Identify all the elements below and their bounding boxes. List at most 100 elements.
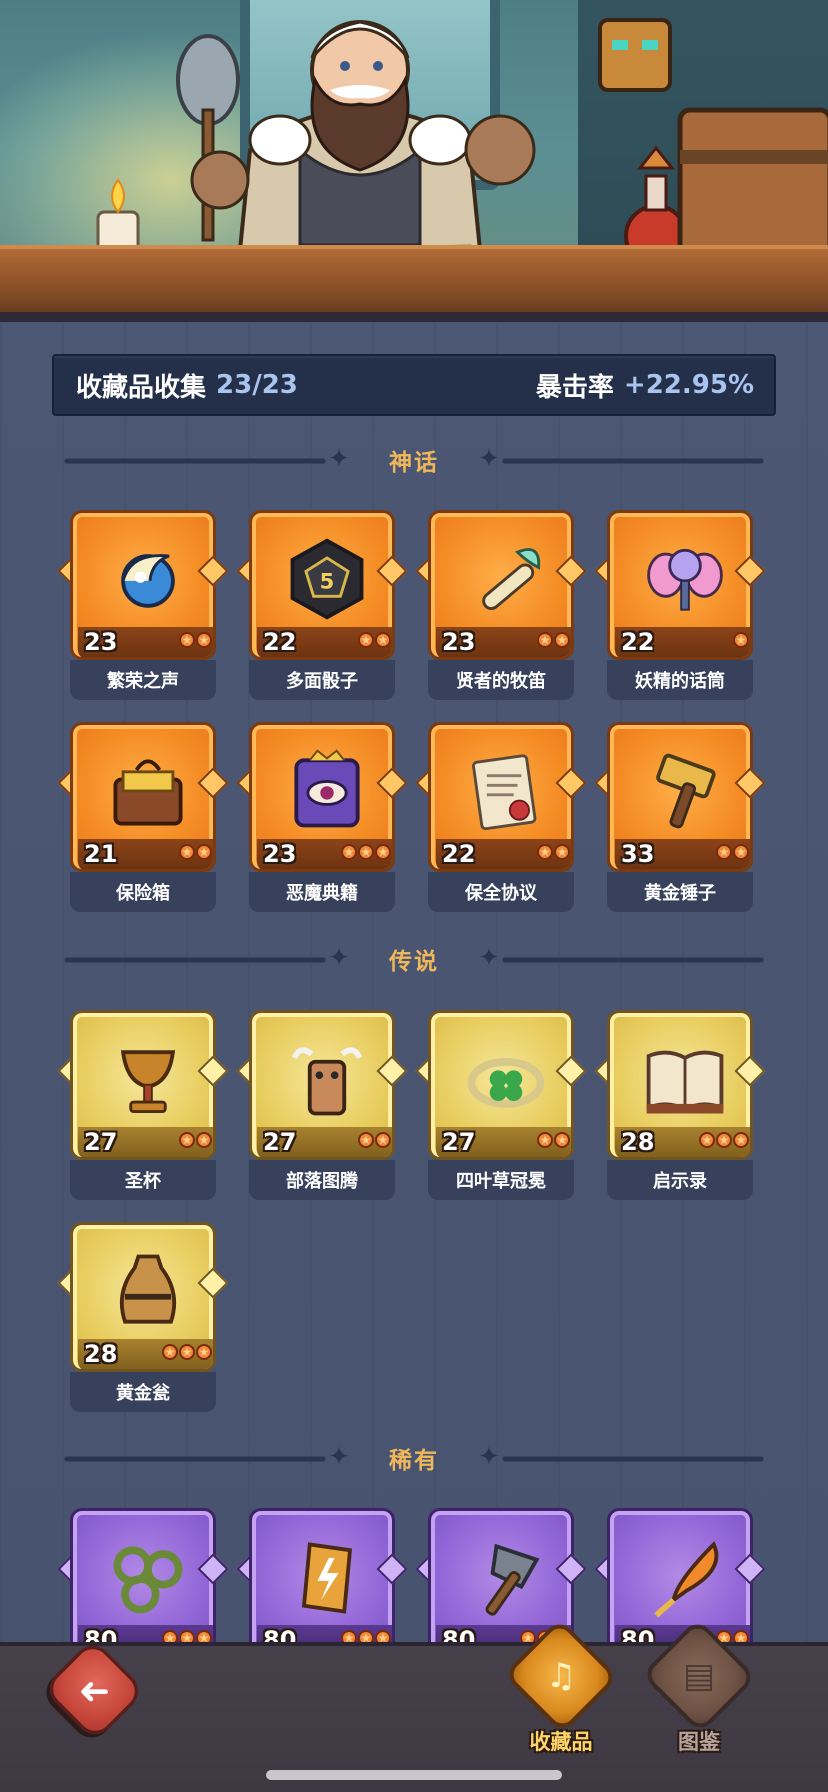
crit-rate-label: 暴击率: [535, 372, 614, 403]
star-icon: ★: [716, 844, 732, 860]
item-name: 保险箱: [116, 883, 170, 904]
divider-line: [64, 957, 326, 963]
collection-panel[interactable]: 收藏品收集 23/23 暴击率 +22.95% ✦ 神话 ✦ 23 ★ ★ 繁荣之声 5…: [0, 322, 828, 1658]
sparkle-icon: ✦: [328, 943, 350, 973]
card-tile: 28 ★ ★ ★: [607, 1010, 753, 1160]
item-name: 部落图腾: [286, 1171, 358, 1192]
item-level: 23: [84, 628, 118, 656]
lightning-gem-icon: [275, 1529, 379, 1625]
level-strip: 22 ★ ★: [436, 839, 571, 869]
collectible-card[interactable]: 27 ★ ★ 部落图腾: [236, 1010, 408, 1200]
star-icon: ★: [196, 844, 212, 860]
item-name: 恶魔典籍: [286, 883, 358, 904]
collectible-card[interactable]: 22 ★ ★ 保全协议: [415, 722, 587, 912]
star-rating: ★ ★: [537, 844, 570, 860]
totem-icon: [275, 1031, 379, 1127]
star-icon: ★: [733, 1132, 749, 1148]
tab-collection[interactable]: ♫ 收藏品: [503, 1618, 619, 1756]
open-book-icon: [633, 1031, 737, 1127]
star-rating: ★ ★: [537, 632, 570, 648]
wooden-counter: [0, 245, 828, 322]
level-strip: 23 ★ ★: [78, 627, 213, 657]
name-plate: 黄金锤子: [607, 872, 753, 912]
golden-urn-icon: [96, 1243, 200, 1339]
grail-icon: [96, 1031, 200, 1127]
lyre-icon: ♫: [545, 1655, 577, 1696]
collectible-card[interactable]: 23 ★ ★ 贤者的牧笛: [415, 510, 587, 700]
star-icon: ★: [179, 844, 195, 860]
item-level: 23: [442, 628, 476, 656]
card-tile: 21 ★ ★: [70, 722, 216, 872]
card-tile: 23 ★ ★: [70, 510, 216, 660]
collectible-card[interactable]: 21 ★ ★ 保险箱: [57, 722, 229, 912]
tab-codex[interactable]: ▤ 图鉴: [641, 1618, 757, 1756]
back-button[interactable]: ➜: [41, 1637, 147, 1743]
star-icon: ★: [375, 632, 391, 648]
item-level: 27: [442, 1128, 476, 1156]
section-title-mythic: 神话: [389, 450, 439, 476]
level-strip: 22 ★ ★: [257, 627, 392, 657]
book-icon: ▤: [682, 1656, 716, 1696]
collectible-card[interactable]: 27 ★ ★ 圣杯: [57, 1010, 229, 1200]
collectible-card[interactable]: 23 ★ ★ 繁荣之声: [57, 510, 229, 700]
collectible-card[interactable]: 5 22 ★ ★ 多面骰子: [236, 510, 408, 700]
name-plate: 启示录: [607, 1160, 753, 1200]
card-tile: 27 ★ ★: [428, 1010, 574, 1160]
divider-line: [64, 1456, 326, 1462]
collectible-card[interactable]: 33 ★ ★ 黄金锤子: [594, 722, 766, 912]
collection-tab-icon-frame: ♫: [503, 1618, 619, 1734]
name-plate: 恶魔典籍: [249, 872, 395, 912]
divider-line: [502, 957, 764, 963]
item-name: 多面骰子: [286, 671, 358, 692]
home-indicator[interactable]: [266, 1770, 562, 1780]
star-icon: ★: [733, 632, 749, 648]
star-icon: ★: [375, 1132, 391, 1148]
treasure-chest-icon: [96, 743, 200, 839]
collectible-card[interactable]: 22 ★ 妖精的话筒: [594, 510, 766, 700]
star-icon: ★: [179, 1344, 195, 1360]
star-rating: ★★★: [699, 1132, 749, 1148]
star-rating: ★★★: [162, 1344, 212, 1360]
svg-text:5: 5: [320, 569, 335, 594]
name-plate: 贤者的牧笛: [428, 660, 574, 700]
collectible-card[interactable]: 28 ★ ★ ★ 启示录: [594, 1010, 766, 1200]
collectible-card[interactable]: 27 ★ ★ 四叶草冠冕: [415, 1010, 587, 1200]
shop-keeper-banner: [0, 0, 828, 322]
star-icon: ★: [554, 632, 570, 648]
item-level: 28: [84, 1340, 118, 1368]
level-strip: 27 ★ ★: [257, 1127, 392, 1157]
star-icon: ★: [554, 844, 570, 860]
name-plate: 部落图腾: [249, 1160, 395, 1200]
level-strip: 28 ★ ★ ★: [78, 1339, 213, 1369]
card-tile: 5 22 ★ ★: [249, 510, 395, 660]
item-name: 黄金锤子: [644, 883, 716, 904]
name-plate: 繁荣之声: [70, 660, 216, 700]
sparkle-icon: ✦: [478, 943, 500, 973]
star-rating: ★ ★: [358, 632, 391, 648]
card-tile: 27 ★ ★: [249, 1010, 395, 1160]
item-name: 圣杯: [125, 1171, 161, 1192]
section-header-rare: ✦ 稀有 ✦: [54, 1440, 774, 1476]
section-header-legend: ✦ 传说 ✦: [54, 941, 774, 977]
star-icon: ★: [162, 1344, 178, 1360]
name-plate: 黄金瓮: [70, 1372, 216, 1412]
item-name: 四叶草冠冕: [456, 1171, 546, 1192]
star-rating: ★★★: [341, 844, 391, 860]
item-name: 启示录: [653, 1171, 707, 1192]
star-icon: ★: [537, 1132, 553, 1148]
sparkle-icon: ✦: [478, 1442, 500, 1472]
star-icon: ★: [733, 844, 749, 860]
swirl-orb-icon: [96, 531, 200, 627]
card-tile: 23 ★ ★: [428, 510, 574, 660]
banner-edge: [0, 312, 828, 322]
star-icon: ★: [358, 632, 374, 648]
collectible-card[interactable]: 28 ★ ★ ★ 黄金瓮: [57, 1222, 229, 1412]
item-level: 27: [263, 1128, 297, 1156]
star-rating: ★ ★: [179, 1132, 212, 1148]
collectible-card[interactable]: 23 ★ ★ ★ 恶魔典籍: [236, 722, 408, 912]
card-tile: 27 ★ ★: [70, 1010, 216, 1160]
item-level: 22: [442, 840, 476, 868]
item-level: 22: [621, 628, 655, 656]
star-icon: ★: [375, 844, 391, 860]
name-plate: 多面骰子: [249, 660, 395, 700]
